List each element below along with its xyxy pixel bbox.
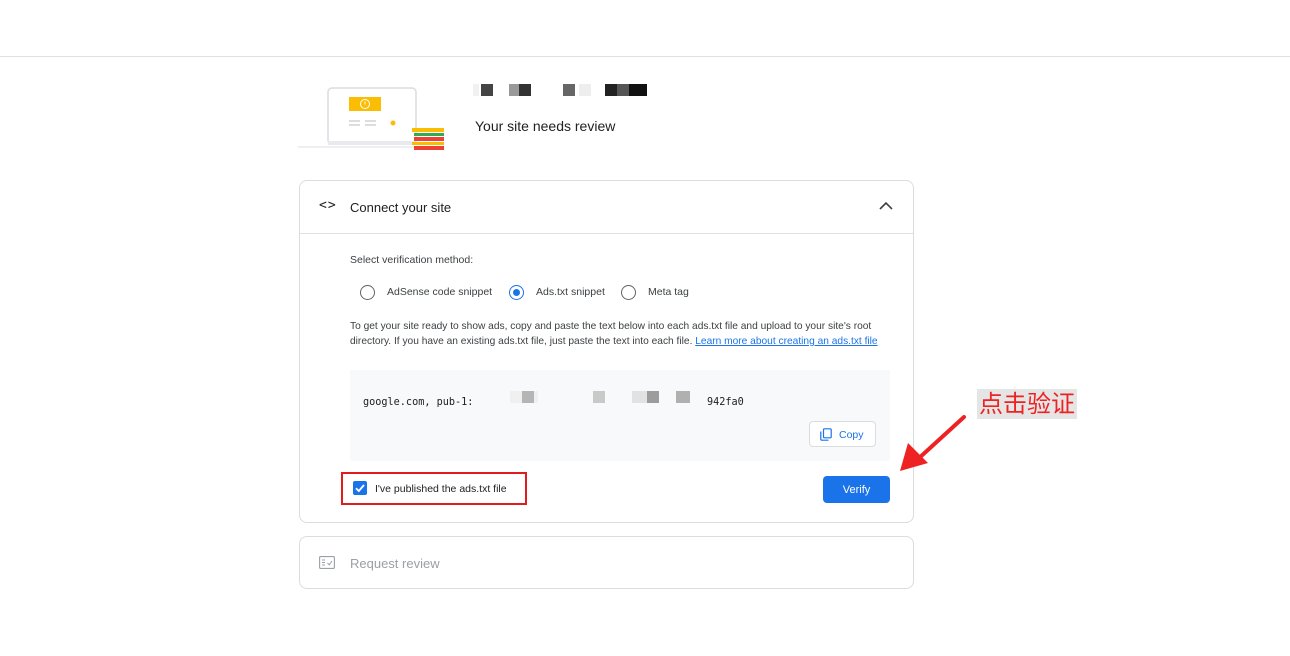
- copy-button[interactable]: Copy: [809, 421, 876, 447]
- redaction-block: [647, 391, 659, 403]
- request-review-card[interactable]: Request review: [299, 536, 914, 589]
- annotation-arrow: [900, 415, 966, 471]
- copy-icon: [820, 428, 832, 441]
- verify-button[interactable]: Verify: [823, 476, 890, 503]
- published-checkbox-label[interactable]: I've published the ads.txt file: [375, 483, 507, 495]
- site-status: Your site needs review: [475, 118, 616, 134]
- instructions: To get your site ready to show ads, copy…: [350, 319, 880, 349]
- ads-txt-snippet-box: google.com, pub-1: 942fa0 Copy: [350, 370, 890, 461]
- published-checkbox[interactable]: [353, 481, 367, 495]
- learn-more-link[interactable]: Learn more about creating an ads.txt fil…: [695, 336, 877, 347]
- redaction-block: [593, 391, 605, 403]
- radio-button[interactable]: [621, 285, 636, 300]
- redaction-block: [676, 391, 690, 403]
- radio-label: Ads.txt snippet: [536, 286, 605, 298]
- radio-label: Meta tag: [648, 286, 689, 298]
- check-icon: [355, 484, 365, 493]
- site-name-redacted: [473, 84, 647, 96]
- request-review-title: Request review: [350, 556, 440, 571]
- chevron-up-icon[interactable]: [877, 199, 895, 213]
- connect-card-header[interactable]: <> Connect your site: [300, 181, 913, 234]
- connect-site-card: <> Connect your site Select verification…: [299, 180, 914, 523]
- connect-card-title: Connect your site: [350, 200, 452, 215]
- radio-label: AdSense code snippet: [387, 286, 493, 298]
- snippet-text: google.com, pub-1:: [363, 397, 474, 408]
- redaction-block: [522, 391, 534, 403]
- method-label: Select verification method:: [350, 254, 474, 266]
- code-icon: <>: [319, 198, 337, 213]
- copy-label: Copy: [839, 429, 864, 441]
- radio-button-selected[interactable]: [509, 285, 524, 300]
- checklist-icon: [319, 556, 335, 569]
- snippet-suffix: 942fa0: [707, 397, 744, 408]
- verify-label: Verify: [842, 484, 871, 496]
- radio-button[interactable]: [360, 285, 375, 300]
- site-review-illustration: [298, 87, 444, 150]
- top-bar: [0, 0, 1290, 57]
- annotation-label: 点击验证: [977, 389, 1077, 419]
